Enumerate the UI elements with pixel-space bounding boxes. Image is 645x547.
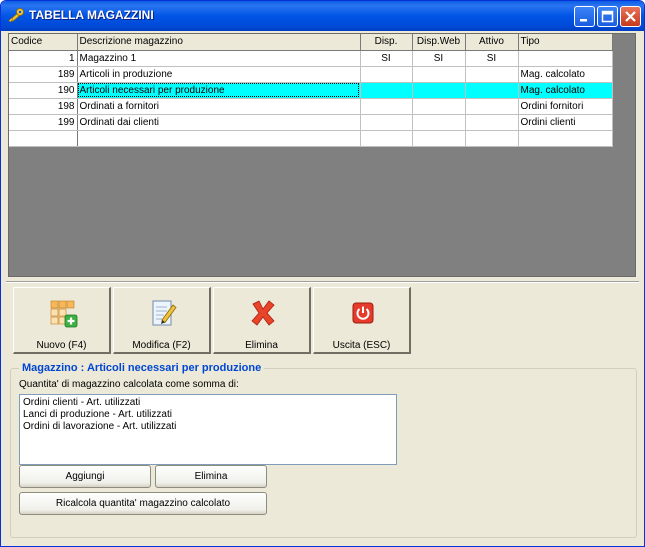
nuovo-label: Nuovo (F4) — [36, 340, 87, 351]
cell-attivo — [465, 66, 519, 83]
app-key-icon — [8, 8, 24, 23]
minimize-icon — [580, 19, 587, 22]
elimina-source-button[interactable]: Elimina — [155, 465, 267, 488]
source-listbox[interactable]: Ordini clienti - Art. utilizzati Lanci d… — [19, 394, 397, 465]
cell-disp: SI — [360, 50, 413, 67]
cell-descrizione: Articoli in produzione — [77, 66, 361, 83]
cell-tipo: Ordini clienti — [518, 114, 613, 131]
toolbar-separator — [6, 281, 639, 283]
close-icon — [625, 11, 636, 22]
close-button[interactable] — [620, 6, 641, 27]
cell-attivo — [465, 114, 519, 131]
new-grid-icon — [50, 300, 78, 328]
maximize-button[interactable] — [597, 6, 618, 27]
maximize-icon — [601, 10, 614, 23]
aggiungi-button[interactable]: Aggiungi — [19, 465, 151, 488]
cell-disp-web — [412, 82, 466, 99]
cell-descrizione: Articoli necessari per produzione — [77, 82, 361, 99]
list-item[interactable]: Ordini di lavorazione - Art. utilizzati — [23, 421, 393, 433]
cell-disp — [360, 130, 413, 147]
cell-attivo — [465, 130, 519, 147]
cell-tipo — [518, 130, 613, 147]
table-row[interactable]: 1 Magazzino 1 SI SI SI — [9, 50, 613, 67]
cell-tipo: Mag. calcolato — [518, 82, 613, 99]
cell-descrizione — [77, 130, 361, 147]
list-item[interactable]: Lanci di produzione - Art. utilizzati — [23, 409, 393, 421]
detail-title: Magazzino : Articoli necessari per produ… — [19, 362, 265, 374]
cell-codice: 189 — [9, 66, 78, 83]
cell-disp — [360, 98, 413, 115]
delete-x-icon — [251, 300, 275, 326]
quantity-sum-label: Quantita' di magazzino calcolata come so… — [19, 379, 239, 390]
cell-tipo: Ordini fornitori — [518, 98, 613, 115]
column-header-codice[interactable]: Codice — [9, 34, 78, 51]
uscita-button[interactable]: Uscita (ESC) — [313, 287, 411, 354]
cell-tipo: Mag. calcolato — [518, 66, 613, 83]
cell-descrizione: Magazzino 1 — [77, 50, 361, 67]
column-header-tipo[interactable]: Tipo — [518, 34, 613, 51]
cell-descrizione: Ordinati dai clienti — [77, 114, 361, 131]
minimize-button[interactable] — [574, 6, 595, 27]
warehouse-table: Codice Descrizione magazzino Disp. Disp.… — [9, 34, 613, 147]
table-header: Codice Descrizione magazzino Disp. Disp.… — [9, 34, 613, 51]
title-bar[interactable]: TABELLA MAGAZZINI — [1, 1, 644, 31]
list-item[interactable]: Ordini clienti - Art. utilizzati — [23, 397, 393, 409]
column-header-attivo[interactable]: Attivo — [465, 34, 519, 51]
table-row[interactable]: 198 Ordinati a fornitori Ordini fornitor… — [9, 98, 613, 115]
power-exit-icon — [352, 302, 374, 324]
warehouse-grid[interactable]: Codice Descrizione magazzino Disp. Disp.… — [8, 33, 636, 277]
cell-descrizione: Ordinati a fornitori — [77, 98, 361, 115]
cell-attivo — [465, 98, 519, 115]
table-row[interactable]: 199 Ordinati dai clienti Ordini clienti — [9, 114, 613, 131]
column-header-disp[interactable]: Disp. — [360, 34, 413, 51]
cell-codice: 199 — [9, 114, 78, 131]
cell-attivo: SI — [465, 50, 519, 67]
column-header-disp-web[interactable]: Disp.Web — [412, 34, 466, 51]
window-title: TABELLA MAGAZZINI — [29, 8, 154, 22]
cell-codice: 1 — [9, 50, 78, 67]
modifica-label: Modifica (F2) — [132, 340, 191, 351]
elimina-toolbar-label: Elimina — [245, 340, 278, 351]
table-row-selected[interactable]: 190 Articoli necessari per produzione Ma… — [9, 82, 613, 99]
cell-tipo — [518, 50, 613, 67]
uscita-label: Uscita (ESC) — [332, 340, 391, 351]
cell-disp — [360, 82, 413, 99]
modifica-button[interactable]: Modifica (F2) — [113, 287, 211, 354]
cell-disp-web: SI — [412, 50, 466, 67]
cell-disp-web — [412, 114, 466, 131]
cell-attivo — [465, 82, 519, 99]
cell-codice: 190 — [9, 82, 78, 99]
cell-disp — [360, 66, 413, 83]
cell-disp-web — [412, 130, 466, 147]
edit-document-icon — [152, 300, 177, 326]
cell-disp-web — [412, 98, 466, 115]
main-window: TABELLA MAGAZZINI Codice Descrizione mag… — [0, 0, 645, 547]
table-row-empty[interactable] — [9, 130, 613, 147]
nuovo-button[interactable]: Nuovo (F4) — [13, 287, 111, 354]
ricalcola-button[interactable]: Ricalcola quantita' magazzino calcolato — [19, 492, 267, 515]
cell-disp — [360, 114, 413, 131]
cell-disp-web — [412, 66, 466, 83]
cell-codice: 198 — [9, 98, 78, 115]
cell-codice — [9, 130, 78, 147]
column-header-descrizione[interactable]: Descrizione magazzino — [77, 34, 361, 51]
elimina-toolbar-button[interactable]: Elimina — [213, 287, 311, 354]
table-row[interactable]: 189 Articoli in produzione Mag. calcolat… — [9, 66, 613, 83]
